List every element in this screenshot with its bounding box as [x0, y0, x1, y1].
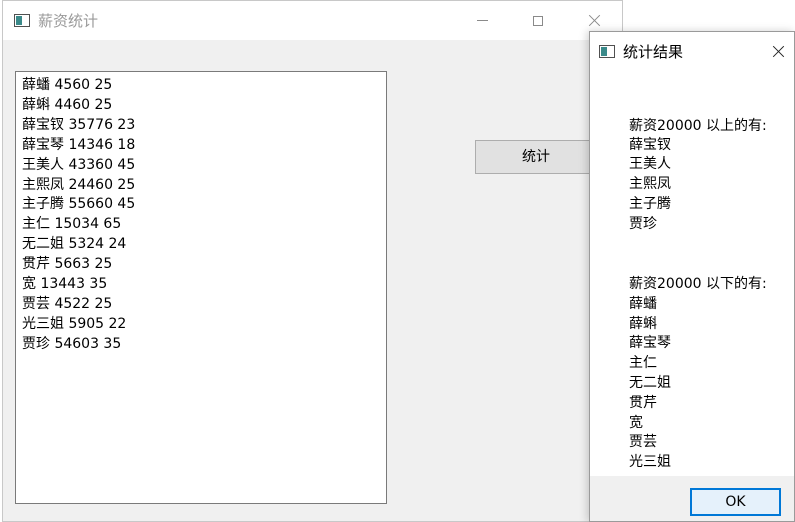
app-window-icon: [14, 14, 30, 27]
text-line: 贾芸 4522 25: [22, 295, 113, 312]
below-threshold-name: 薛宝琴: [629, 335, 671, 351]
salary-text-area[interactable]: 薛蟠 4560 25 薛蝌 4460 25 薛宝钗 35776 23 薛宝琴 1…: [15, 71, 387, 504]
text-line: 薛宝琴 14346 18: [22, 136, 136, 153]
below-threshold-name: 主仁: [629, 355, 657, 371]
main-window: 薪资统计 薛蟠 4560 25 薛蝌 4460 25 薛宝钗 35776 23 …: [2, 0, 623, 522]
main-titlebar[interactable]: 薪资统计: [3, 1, 622, 40]
below-threshold-name: 薛蝌: [629, 316, 657, 332]
minimize-button[interactable]: [459, 1, 505, 40]
below-threshold-name: 贾芸: [629, 434, 657, 450]
above-threshold-name: 主熙凤: [629, 176, 671, 192]
below-threshold-name: 薛蟠: [629, 296, 657, 312]
below-threshold-name: 无二姐: [629, 375, 671, 391]
dialog-title: 统计结果: [623, 43, 684, 61]
above-threshold-name: 王美人: [629, 156, 671, 172]
text-line: 贯芹 5663 25: [22, 256, 113, 273]
dialog-window-icon: [599, 45, 615, 58]
above-threshold-name: 主子腾: [629, 196, 671, 212]
text-line: 王美人 43360 45: [22, 156, 136, 173]
text-line: 主熙凤 24460 25: [22, 176, 136, 193]
text-line: 无二姐 5324 24: [22, 236, 127, 253]
close-icon: [588, 14, 601, 27]
below-threshold-name: 光三姐: [629, 454, 671, 470]
maximize-button[interactable]: [515, 1, 561, 40]
minimize-icon: [476, 20, 488, 21]
result-message-area: 薪资20000 以上的有: 薛宝钗 王美人 主熙凤 主子腾 贾珍 薪资20000…: [590, 70, 794, 476]
text-line: 薛宝钗 35776 23: [22, 116, 136, 133]
text-line: 薛蝌 4460 25: [22, 96, 113, 113]
below-threshold-name: 贯芹: [629, 395, 657, 411]
below-threshold-header: 薪资20000 以下的有:: [629, 276, 767, 292]
text-line: 贾珍 54603 35: [22, 335, 122, 352]
statistics-button[interactable]: 统计: [475, 140, 597, 174]
text-line: 薛蟠 4560 25: [22, 77, 113, 93]
above-threshold-name: 贾珍: [629, 216, 657, 232]
above-threshold-name: 薛宝钗: [629, 137, 671, 153]
text-line: 光三姐 5905 22: [22, 315, 127, 332]
result-dialog: 统计结果 薪资20000 以上的有: 薛宝钗 王美人 主熙凤 主子腾 贾珍 薪资…: [589, 31, 795, 522]
maximize-icon: [533, 15, 543, 26]
close-icon: [772, 45, 785, 58]
main-window-title: 薪资统计: [38, 12, 99, 30]
text-line: 主子腾 55660 45: [22, 196, 136, 213]
dialog-titlebar[interactable]: 统计结果: [590, 32, 794, 70]
ok-button[interactable]: OK: [690, 488, 781, 516]
dialog-close-button[interactable]: [760, 32, 795, 70]
text-line: 主仁 15034 65: [22, 216, 122, 233]
above-threshold-header: 薪资20000 以上的有:: [629, 118, 767, 134]
below-threshold-name: 宽: [629, 415, 643, 431]
text-line: 宽 13443 35: [22, 276, 108, 293]
